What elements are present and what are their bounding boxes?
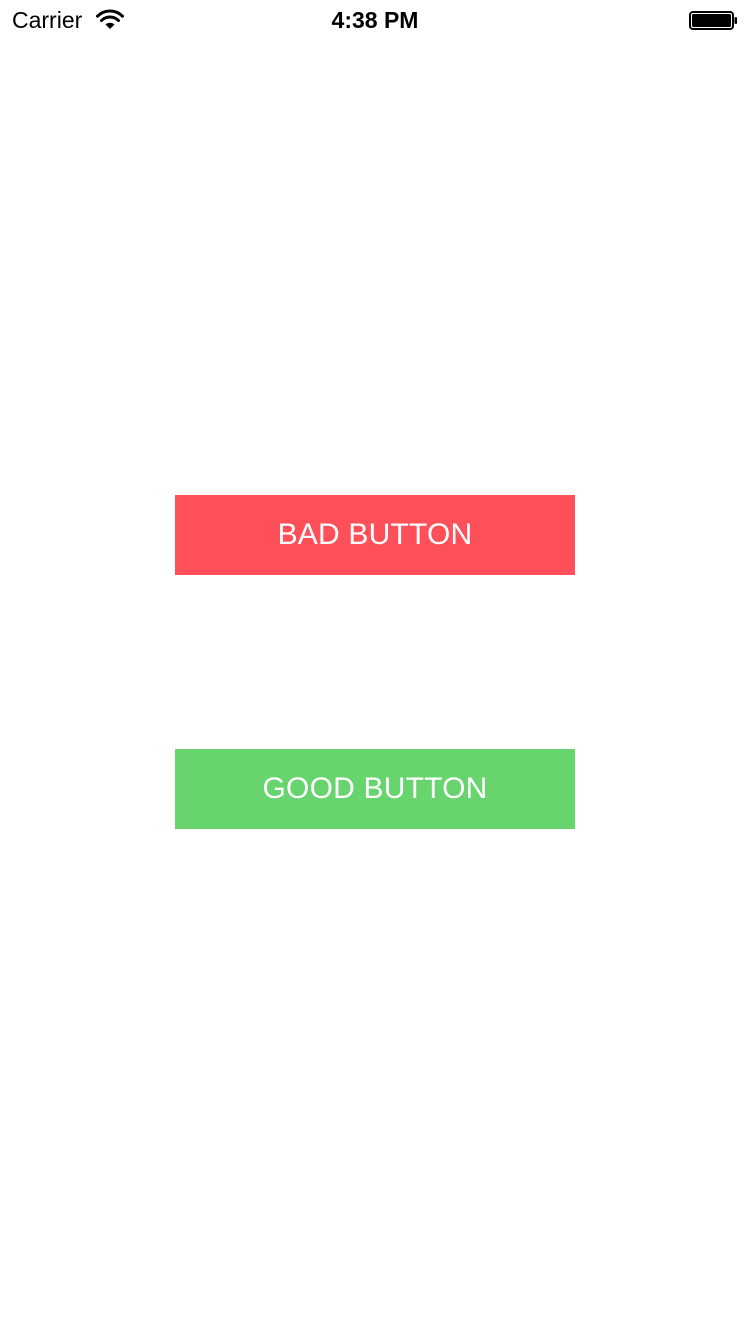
bad-button[interactable]: BAD BUTTON bbox=[175, 495, 575, 575]
good-button-label: GOOD BUTTON bbox=[262, 772, 488, 805]
status-time: 4:38 PM bbox=[331, 7, 419, 33]
bad-button-label: BAD BUTTON bbox=[277, 518, 473, 551]
battery-icon bbox=[689, 11, 737, 30]
status-bar: Carrier 4:38 PM bbox=[0, 0, 750, 40]
good-button[interactable]: GOOD BUTTON bbox=[175, 749, 575, 829]
